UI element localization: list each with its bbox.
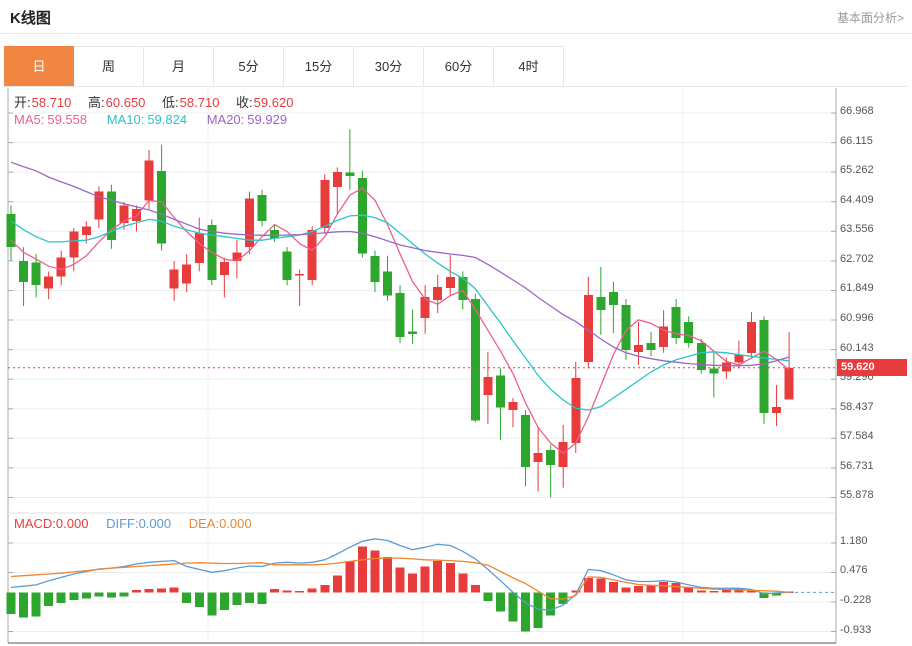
axis-tick-label: 55.878 xyxy=(840,489,910,501)
axis-tick-label: 0.476 xyxy=(840,564,910,576)
open-label: 开: xyxy=(14,95,31,110)
kline-page: { "header": { "title": "K线图", "link": "基… xyxy=(0,0,912,646)
low-label: 低: xyxy=(162,95,179,110)
axis-tick-label: 58.437 xyxy=(840,401,910,413)
axis-tick-label: 60.143 xyxy=(840,342,910,354)
close-value: 59.620 xyxy=(254,95,294,110)
high-value: 60.650 xyxy=(106,95,146,110)
axis-tick-label: 56.731 xyxy=(840,460,910,472)
axis-tick-label: 1.180 xyxy=(840,535,910,547)
dea-value: DEA:0.000 xyxy=(189,516,252,531)
current-price-badge: 59.620 xyxy=(837,359,907,376)
macd-readout: MACD:0.000 DIFF:0.000 DEA:0.000 xyxy=(14,516,252,531)
axis-tick-label: 61.849 xyxy=(840,282,910,294)
macd-value: MACD:0.000 xyxy=(14,516,88,531)
ma5-readout: MA5:59.558 xyxy=(14,112,87,127)
open-value: 58.710 xyxy=(32,95,72,110)
axis-tick-label: -0.228 xyxy=(840,594,910,606)
axis-tick-label: 65.262 xyxy=(840,164,910,176)
axis-tick-label: 64.409 xyxy=(840,194,910,206)
ma-readout: MA5:59.558 MA10:59.824 MA20:59.929 xyxy=(14,112,303,127)
low-value: 58.710 xyxy=(180,95,220,110)
ma10-readout: MA10:59.824 xyxy=(107,112,187,127)
diff-value: DIFF:0.000 xyxy=(106,516,171,531)
axis-tick-label: 60.996 xyxy=(840,312,910,324)
axis-tick-label: 66.115 xyxy=(840,135,910,147)
close-label: 收: xyxy=(236,95,253,110)
ohlc-readout: 开:58.710 高:60.650 低:58.710 收:59.620 xyxy=(14,92,306,111)
axis-tick-label: 63.556 xyxy=(840,223,910,235)
axis-tick-label: 62.702 xyxy=(840,253,910,265)
axis-tick-label: 57.584 xyxy=(840,430,910,442)
axis-tick-label: -0.933 xyxy=(840,624,910,636)
axis-tick-label: 66.968 xyxy=(840,105,910,117)
ma20-readout: MA20:59.929 xyxy=(207,112,287,127)
high-label: 高: xyxy=(88,95,105,110)
